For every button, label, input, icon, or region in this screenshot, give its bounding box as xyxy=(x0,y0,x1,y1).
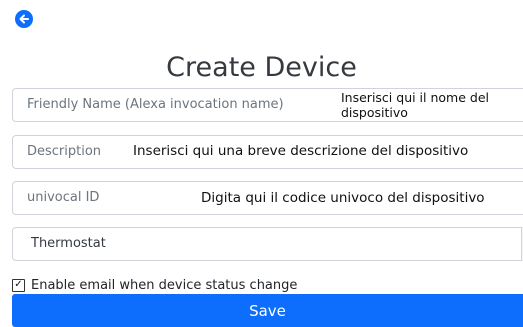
back-button[interactable] xyxy=(15,10,33,28)
description-annotation: Inserisci qui una breve descrizione del … xyxy=(133,143,469,159)
arrow-left-icon xyxy=(19,14,29,24)
unique-id-input[interactable]: univocal ID Digita qui il codice univoco… xyxy=(12,181,523,215)
description-input[interactable]: Description Inserisci qui una breve desc… xyxy=(12,135,523,169)
friendly-name-input[interactable]: Friendly Name (Alexa invocation name) In… xyxy=(12,88,523,122)
description-placeholder: Description xyxy=(27,144,102,159)
save-button[interactable]: Save xyxy=(12,294,523,327)
friendly-name-annotation-line2: dispositivo xyxy=(341,105,408,120)
page-title: Create Device xyxy=(166,52,357,83)
unique-id-annotation: Digita qui il codice univoco del disposi… xyxy=(201,190,485,206)
email-notification-checkbox[interactable]: ✓ xyxy=(12,278,25,292)
friendly-name-annotation-line1: Inserisci qui il nome del xyxy=(341,90,489,105)
device-type-select[interactable]: Thermostat ˅ xyxy=(12,227,523,261)
device-type-value: Thermostat xyxy=(31,236,106,251)
unique-id-placeholder: univocal ID xyxy=(27,190,100,205)
email-notification-label: Enable email when device status change xyxy=(31,277,298,293)
friendly-name-placeholder: Friendly Name (Alexa invocation name) xyxy=(27,97,284,112)
email-notification-row[interactable]: ✓ Enable email when device status change xyxy=(12,276,297,294)
